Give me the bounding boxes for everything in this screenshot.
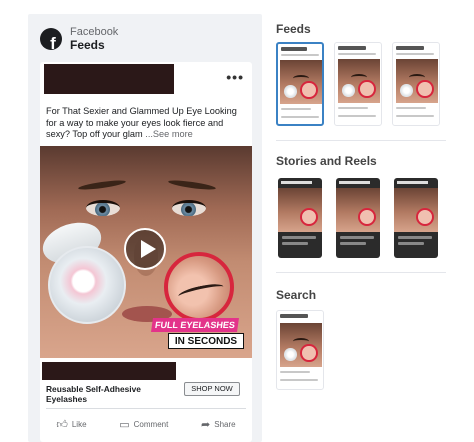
section-divider xyxy=(276,272,446,273)
placement-thumb-feed-2[interactable] xyxy=(334,42,382,126)
post-actions: 👍︎ Like ▭ Comment ➦ Share xyxy=(40,414,252,434)
ad-preview-panel: f Facebook Feeds ••• For That Sexier and… xyxy=(28,14,262,442)
product-case xyxy=(48,246,126,324)
like-icon: 👍︎ xyxy=(56,418,68,431)
facebook-logo-icon: f xyxy=(40,28,62,50)
ad-primary-text: For That Sexier and Glammed Up Eye Looki… xyxy=(46,106,237,139)
banner-full-eyelashes: FULL EYELASHES xyxy=(151,318,239,332)
redacted-page-name xyxy=(44,64,174,94)
share-button[interactable]: ➦ Share xyxy=(201,418,236,431)
search-section-title: Search xyxy=(276,288,317,302)
platform-name: Facebook xyxy=(70,25,119,38)
eyebrow-left xyxy=(77,178,127,192)
preview-header: f Facebook Feeds xyxy=(40,24,118,54)
placement-thumb-feed-3[interactable] xyxy=(392,42,440,126)
share-icon: ➦ xyxy=(201,418,211,431)
redacted-link-caption xyxy=(42,362,176,380)
stories-section-title: Stories and Reels xyxy=(276,154,377,168)
placement-name: Feeds xyxy=(70,37,105,52)
ad-headline: Reusable Self-Adhesive Eyelashes xyxy=(46,384,141,404)
banner-in-seconds: IN SECONDS xyxy=(168,333,244,349)
eyebrow-right xyxy=(167,178,217,192)
eyelash-inset-image xyxy=(164,252,234,322)
comment-icon: ▭ xyxy=(119,418,130,431)
ad-creative-video[interactable]: FULL EYELASHES IN SECONDS xyxy=(40,146,252,358)
play-icon[interactable] xyxy=(124,228,166,270)
more-options-icon[interactable]: ••• xyxy=(226,70,244,84)
see-more-link[interactable]: ...See more xyxy=(145,129,193,139)
shop-now-button[interactable]: SHOP NOW xyxy=(184,382,240,396)
feeds-section-title: Feeds xyxy=(276,22,311,36)
placement-thumb-search-1[interactable] xyxy=(276,310,324,390)
eye-left xyxy=(86,200,120,216)
ad-post-card: ••• For That Sexier and Glammed Up Eye L… xyxy=(40,62,252,442)
like-button[interactable]: 👍︎ Like xyxy=(56,418,86,431)
placement-thumb-story-1[interactable] xyxy=(278,178,322,258)
placement-thumb-story-2[interactable] xyxy=(336,178,380,258)
comment-button[interactable]: ▭ Comment xyxy=(119,418,168,431)
card-divider xyxy=(46,408,246,409)
placement-thumb-feed-1[interactable] xyxy=(276,42,324,126)
section-divider xyxy=(276,140,446,141)
eye-right xyxy=(172,200,206,216)
placement-thumb-story-3[interactable] xyxy=(394,178,438,258)
